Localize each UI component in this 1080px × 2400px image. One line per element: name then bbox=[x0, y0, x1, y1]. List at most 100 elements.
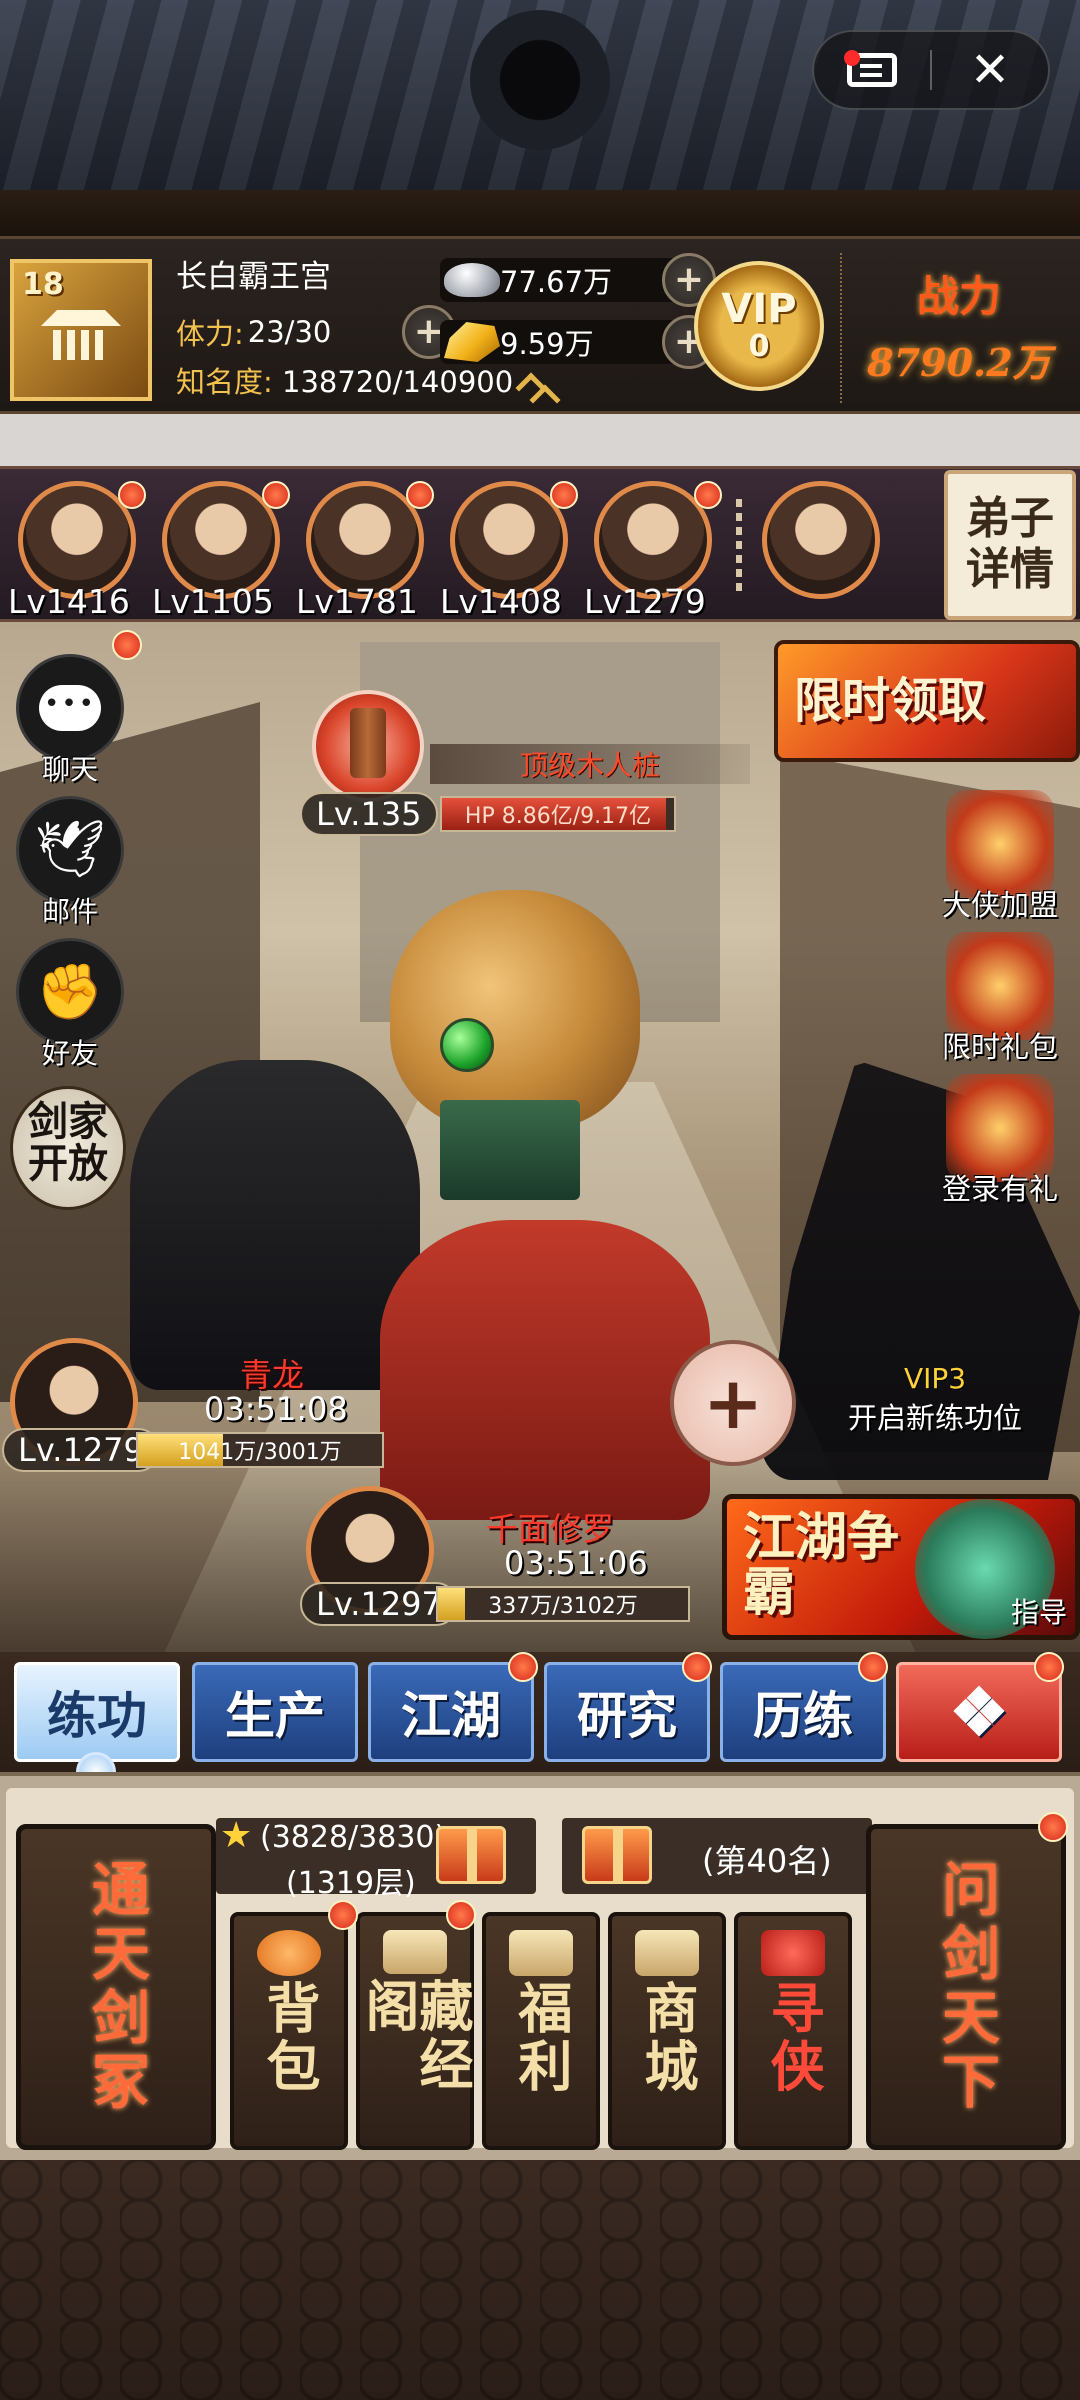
menu-button[interactable] bbox=[814, 32, 930, 108]
tongtian-tomb-label: 通天剑冢 bbox=[82, 1859, 150, 2115]
notification-dot bbox=[858, 1652, 888, 1682]
disciple-card[interactable]: Lv1416 bbox=[8, 481, 146, 621]
login-gift-button[interactable]: 登录有礼 bbox=[920, 1074, 1080, 1208]
vip-unlock-text: 开启新练功位 bbox=[847, 1401, 1022, 1435]
slot2-progress-bar: 337万/3102万 bbox=[436, 1586, 690, 1622]
jianghu-label: 江湖争霸 bbox=[743, 1507, 900, 1623]
gold-currency: 9.59万 + bbox=[440, 315, 716, 369]
slot2-level-text: Lv.1297 bbox=[316, 1585, 442, 1623]
slot2-level: Lv.1297 bbox=[300, 1582, 458, 1626]
player-avatar[interactable]: 18 bbox=[10, 259, 152, 401]
disciple-card[interactable] bbox=[752, 481, 890, 621]
disciple-card[interactable]: Lv1105 bbox=[152, 481, 290, 621]
jianghu-contest-banner[interactable]: 江湖争霸 指导 bbox=[722, 1494, 1080, 1640]
disciple-card[interactable]: Lv1781 bbox=[296, 481, 434, 621]
stamina-value: 23/30 bbox=[247, 315, 332, 349]
dummy-level-text: Lv.135 bbox=[316, 795, 422, 833]
panel-inner: 通天剑冢 ★ (3828/3830) (1319层) (第40名) 背包 藏经阁… bbox=[6, 1788, 1074, 2150]
stamina-row: 体力: 23/30 + bbox=[176, 305, 456, 359]
tab-training[interactable]: 练功 bbox=[14, 1662, 180, 1762]
row-separator bbox=[736, 499, 742, 595]
disciple-figure-red bbox=[380, 1220, 710, 1520]
mail-label: 邮件 bbox=[41, 895, 98, 928]
notification-dot bbox=[328, 1900, 358, 1930]
gift-box-icon bbox=[436, 1826, 506, 1884]
seek-hero-label: 寻侠 bbox=[761, 1980, 825, 2096]
dove-icon: 🕊 bbox=[34, 817, 106, 882]
slot1-progress-text: 1041万/3001万 bbox=[178, 1440, 342, 1465]
gift-box-icon bbox=[582, 1826, 652, 1884]
slot2-progress-text: 337万/3102万 bbox=[488, 1594, 638, 1619]
mail-button[interactable]: 🕊 邮件 bbox=[12, 796, 128, 930]
vip-level: 0 bbox=[748, 328, 770, 364]
seek-hero-button[interactable]: 寻侠 bbox=[734, 1912, 852, 2150]
coin-icon bbox=[509, 1930, 573, 1976]
disciple-detail-button[interactable]: 弟子详情 bbox=[944, 470, 1076, 620]
limited-claim-banner[interactable]: 限时领取 bbox=[774, 640, 1080, 762]
notification-dot bbox=[446, 1900, 476, 1930]
tongtian-tomb-button[interactable]: 通天剑冢 bbox=[16, 1824, 216, 2150]
roof-beam bbox=[0, 190, 1080, 236]
chat-button[interactable]: 聊天 bbox=[12, 654, 128, 788]
tab-production[interactable]: 生产 bbox=[192, 1662, 358, 1762]
mini-program-capsule: ✕ bbox=[812, 30, 1050, 110]
vip-badge[interactable]: VIP 0 bbox=[694, 261, 824, 391]
tower-progress-row[interactable]: ★ (3828/3830) (1319层) bbox=[216, 1815, 536, 1901]
tower-progress: (3828/3830) bbox=[260, 1820, 447, 1855]
friends-button[interactable]: ✊ 好友 bbox=[12, 938, 128, 1072]
shop-button[interactable]: 商城 bbox=[608, 1912, 726, 2150]
rank-row[interactable]: (第40名) bbox=[562, 1818, 872, 1894]
wenjian-world-button[interactable]: 问剑天下 bbox=[866, 1824, 1066, 2150]
wooden-dummy-icon bbox=[350, 708, 386, 778]
close-button[interactable]: ✕ bbox=[932, 32, 1048, 108]
fist-salute-icon: ✊ bbox=[36, 960, 104, 1023]
limited-gift-button[interactable]: 限时礼包 bbox=[920, 932, 1080, 1066]
hero-join-button[interactable]: 大侠加盟 bbox=[920, 790, 1080, 924]
chat-label: 聊天 bbox=[41, 753, 98, 786]
silver-ingot-icon bbox=[444, 263, 500, 297]
stamina-label: 体力: bbox=[176, 317, 244, 351]
gold-amount: 9.59万 bbox=[500, 327, 594, 361]
disciple-card[interactable]: Lv1279 bbox=[584, 481, 722, 621]
notification-dot bbox=[262, 481, 290, 509]
wenjian-world-label: 问剑天下 bbox=[932, 1859, 1000, 2115]
notification-dot bbox=[118, 481, 146, 509]
chat-circle bbox=[16, 654, 124, 762]
jade-bead bbox=[440, 1018, 494, 1072]
diamond-knot-icon: ❖ bbox=[949, 1673, 1009, 1751]
player-level: 18 bbox=[22, 267, 64, 302]
tower-floor: (1319层) bbox=[286, 1866, 416, 1901]
floor-pattern bbox=[0, 2160, 1080, 2400]
bag-button[interactable]: 背包 bbox=[230, 1912, 348, 2150]
dummy-name: 顶级木人桩 bbox=[430, 744, 750, 784]
add-training-slot-button[interactable]: + bbox=[670, 1340, 796, 1466]
dummy-hp-text: HP 8.86亿/9.17亿 bbox=[464, 804, 652, 829]
shop-label: 商城 bbox=[635, 1980, 699, 2096]
close-icon: ✕ bbox=[969, 42, 1011, 98]
separator-band bbox=[0, 414, 1080, 466]
friends-label: 好友 bbox=[41, 1037, 98, 1070]
bottom-panel: 通天剑冢 ★ (3828/3830) (1319层) (第40名) 背包 藏经阁… bbox=[0, 1772, 1080, 2160]
notification-dot bbox=[682, 1652, 712, 1682]
notification-dot bbox=[1034, 1652, 1064, 1682]
limited-gift-label: 限时礼包 bbox=[941, 1030, 1058, 1064]
star-icon: ★ bbox=[220, 1815, 253, 1856]
notification-dot bbox=[406, 481, 434, 509]
rank-text: (第40名) bbox=[702, 1842, 832, 1880]
notification-dot bbox=[508, 1652, 538, 1682]
disciple-row: Lv1416 Lv1105 Lv1781 Lv1408 Lv1279 bbox=[0, 466, 1080, 622]
welfare-button[interactable]: 福利 bbox=[482, 1912, 600, 2150]
library-button[interactable]: 藏经阁 bbox=[356, 1912, 474, 2150]
bag-icon bbox=[257, 1930, 321, 1976]
pavilion-icon bbox=[383, 1930, 447, 1975]
welfare-label: 福利 bbox=[509, 1980, 573, 2096]
tab-jianghu[interactable]: 江湖 bbox=[368, 1662, 534, 1762]
sword-home-button[interactable]: 剑家开放 bbox=[10, 1086, 126, 1210]
disciple-card[interactable]: Lv1408 bbox=[440, 481, 578, 621]
disciple-level: Lv1781 bbox=[296, 582, 418, 621]
slot1-timer: 03:51:08 bbox=[204, 1390, 348, 1428]
toad-pedestal bbox=[440, 1100, 580, 1200]
disciple-level: Lv1279 bbox=[584, 582, 706, 621]
notification-dot bbox=[694, 481, 722, 509]
slot2-timer: 03:51:06 bbox=[504, 1544, 648, 1582]
